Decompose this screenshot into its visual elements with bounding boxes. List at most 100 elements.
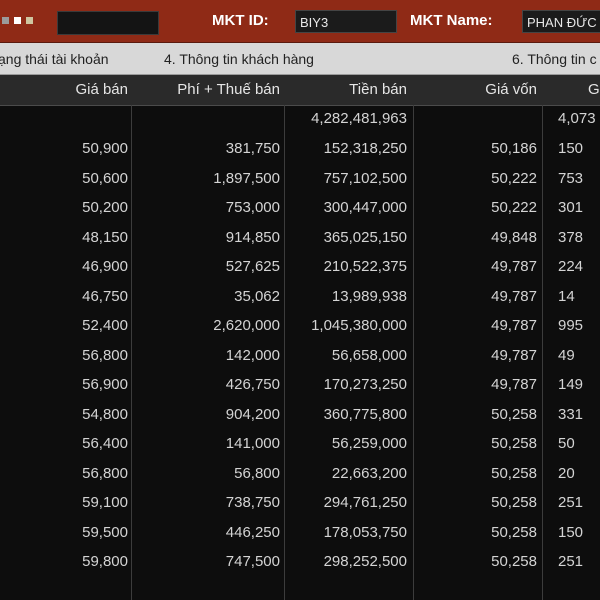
cell-phi-thue-ban: 747,500 bbox=[225, 553, 280, 570]
cell-gia-ban: 54,800 bbox=[82, 405, 128, 423]
cell-gia-ban: 50,200 bbox=[82, 199, 128, 216]
cell-gia-von: 50,258 bbox=[491, 464, 537, 482]
mkt-id-field[interactable]: BIY3 bbox=[295, 10, 397, 33]
cell-tien-ban: 298,252,500 bbox=[323, 553, 407, 570]
cell-tien-ban: 170,273,250 bbox=[323, 376, 407, 393]
cell-tien-ban: 56,658,000 bbox=[331, 346, 407, 364]
cell-gia-ban: 52,400 bbox=[82, 317, 128, 334]
cell-next-col: 14 bbox=[558, 287, 575, 305]
cell-gia-von: 49,787 bbox=[491, 287, 537, 305]
cell-gia-von: 50,258 bbox=[491, 523, 537, 541]
table-row[interactable]: 50,200 753,000 300,447,000 50,222 301 bbox=[0, 194, 600, 223]
cell-next-col: 150 bbox=[558, 140, 584, 157]
cell-next-col: 251 bbox=[558, 553, 584, 570]
cell-next-col: 331 bbox=[558, 405, 584, 423]
table-row[interactable]: 59,800 747,500 298,252,500 50,258 251 bbox=[0, 548, 600, 577]
cell-gia-von: 49,787 bbox=[491, 346, 537, 364]
cell-gia-von: 50,258 bbox=[491, 435, 537, 452]
table-row[interactable]: 50,600 1,897,500 757,102,500 50,222 753 bbox=[0, 165, 600, 194]
cell-gia-ban: 46,750 bbox=[82, 287, 128, 305]
cell-next-col: 995 bbox=[558, 317, 584, 334]
cell-gia-ban: 56,800 bbox=[82, 464, 128, 482]
cell-next-col: 224 bbox=[558, 258, 584, 275]
mkt-name-label: MKT Name: bbox=[410, 12, 493, 29]
tab-strip: ạng thái tài khoản 4. Thông tin khách hà… bbox=[0, 43, 600, 75]
cell-gia-von: 49,848 bbox=[491, 228, 537, 246]
cell-tien-ban: 1,045,380,000 bbox=[311, 317, 407, 334]
cell-gia-ban: 56,800 bbox=[82, 346, 128, 364]
cell-tien-ban: 300,447,000 bbox=[323, 199, 407, 216]
cell-tien-ban: 360,775,800 bbox=[323, 405, 407, 423]
cell-gia-ban: 46,900 bbox=[82, 258, 128, 275]
cell-phi-thue-ban: 141,000 bbox=[225, 435, 280, 452]
cell-gia-ban: 59,100 bbox=[82, 494, 128, 511]
cell-phi-thue-ban: 426,750 bbox=[225, 376, 280, 393]
table-row[interactable]: 48,150 914,850 365,025,150 49,848 378 bbox=[0, 224, 600, 253]
cell-tien-ban: 365,025,150 bbox=[323, 228, 407, 246]
cell-phi-thue-ban: 753,000 bbox=[225, 199, 280, 216]
cell-gia-von: 50,186 bbox=[491, 140, 537, 157]
cell-tien-ban: 13,989,938 bbox=[331, 287, 407, 305]
cell-gia-von: 50,258 bbox=[491, 553, 537, 570]
table-row[interactable]: 52,400 2,620,000 1,045,380,000 49,787 995 bbox=[0, 312, 600, 341]
cell-tien-ban: 22,663,200 bbox=[331, 464, 407, 482]
table-row[interactable]: 59,100 738,750 294,761,250 50,258 251 bbox=[0, 489, 600, 518]
cell-gia-von: 49,787 bbox=[491, 258, 537, 275]
cell-gia-von: 50,222 bbox=[491, 169, 537, 187]
cell-gia-ban: 56,900 bbox=[82, 376, 128, 393]
cell-phi-thue-ban: 1,897,500 bbox=[213, 169, 280, 187]
account-header-bar: MKT ID: BIY3 MKT Name: PHAN ĐỨC bbox=[0, 0, 600, 43]
total-tien-ban: 4,282,481,963 bbox=[311, 110, 407, 127]
table-row[interactable]: 54,800 904,200 360,775,800 50,258 331 bbox=[0, 401, 600, 430]
cell-gia-ban: 56,400 bbox=[82, 435, 128, 452]
col-header-phi-thue-ban[interactable]: Phí + Thuế bán bbox=[177, 81, 280, 98]
table-row[interactable]: 56,400 141,000 56,259,000 50,258 50 bbox=[0, 430, 600, 459]
table-row[interactable]: 46,900 527,625 210,522,375 49,787 224 bbox=[0, 253, 600, 282]
cell-next-col: 20 bbox=[558, 464, 575, 482]
cell-gia-ban: 50,900 bbox=[82, 140, 128, 157]
cell-tien-ban: 56,259,000 bbox=[331, 435, 407, 452]
cell-next-col: 378 bbox=[558, 228, 584, 246]
table-row[interactable]: 46,750 35,062 13,989,938 49,787 14 bbox=[0, 283, 600, 312]
cell-gia-von: 49,787 bbox=[491, 376, 537, 393]
table-row[interactable]: 56,800 56,800 22,663,200 50,258 20 bbox=[0, 460, 600, 489]
cell-phi-thue-ban: 446,250 bbox=[225, 523, 280, 541]
col-header-gia-ban[interactable]: Giá bán bbox=[75, 81, 128, 98]
cell-tien-ban: 757,102,500 bbox=[323, 169, 407, 187]
col-header-next[interactable]: G bbox=[588, 81, 600, 98]
tab-info-6[interactable]: 6. Thông tin c bbox=[512, 51, 597, 67]
col-header-tien-ban[interactable]: Tiền bán bbox=[349, 81, 407, 98]
cell-next-col: 150 bbox=[558, 523, 584, 541]
table-row[interactable]: 50,900 381,750 152,318,250 50,186 150 bbox=[0, 135, 600, 164]
cell-next-col: 50 bbox=[558, 435, 575, 452]
cell-phi-thue-ban: 527,625 bbox=[225, 258, 280, 275]
cell-phi-thue-ban: 35,062 bbox=[234, 287, 280, 305]
sell-orders-grid: Giá bán Phí + Thuế bán Tiền bán Giá vốn … bbox=[0, 75, 600, 600]
table-row[interactable]: 56,900 426,750 170,273,250 49,787 149 bbox=[0, 371, 600, 400]
cell-next-col: 149 bbox=[558, 376, 584, 393]
tab-account-status[interactable]: ạng thái tài khoản bbox=[0, 51, 109, 67]
cell-gia-ban: 59,500 bbox=[82, 523, 128, 541]
cell-gia-von: 50,222 bbox=[491, 199, 537, 216]
cell-phi-thue-ban: 381,750 bbox=[225, 140, 280, 157]
dot-icon bbox=[2, 17, 9, 24]
account-field[interactable] bbox=[57, 11, 159, 35]
total-row[interactable]: 4,282,481,963 4,073 bbox=[0, 105, 600, 134]
dot-icon bbox=[14, 17, 21, 24]
table-row[interactable]: 59,500 446,250 178,053,750 50,258 150 bbox=[0, 519, 600, 548]
cell-tien-ban: 152,318,250 bbox=[323, 140, 407, 157]
cell-next-col: 251 bbox=[558, 494, 584, 511]
cell-tien-ban: 178,053,750 bbox=[323, 523, 407, 541]
col-header-gia-von[interactable]: Giá vốn bbox=[485, 81, 537, 98]
window-control-dots bbox=[2, 17, 33, 25]
cell-gia-von: 50,258 bbox=[491, 405, 537, 423]
cell-next-col: 49 bbox=[558, 346, 575, 364]
cell-gia-ban: 48,150 bbox=[82, 228, 128, 246]
mkt-name-field[interactable]: PHAN ĐỨC bbox=[522, 10, 600, 33]
cell-gia-ban: 50,600 bbox=[82, 169, 128, 187]
cell-phi-thue-ban: 738,750 bbox=[225, 494, 280, 511]
table-row[interactable]: 56,800 142,000 56,658,000 49,787 49 bbox=[0, 342, 600, 371]
cell-phi-thue-ban: 56,800 bbox=[234, 464, 280, 482]
tab-customer-info[interactable]: 4. Thông tin khách hàng bbox=[164, 51, 314, 67]
cell-tien-ban: 210,522,375 bbox=[323, 258, 407, 275]
